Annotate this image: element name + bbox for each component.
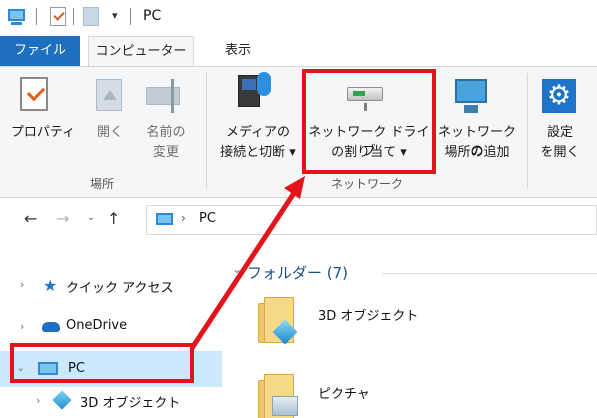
- folder-label[interactable]: 3D オブジェクト: [318, 305, 418, 324]
- folder-label[interactable]: ピクチャ: [318, 383, 370, 402]
- pictures-folder-icon: [272, 396, 298, 416]
- quick-access-separator: [73, 8, 74, 25]
- network-location-icon: [455, 79, 487, 113]
- nav-item-quick-access[interactable]: › ★ クイック アクセス: [0, 267, 222, 303]
- pc-icon: [156, 213, 173, 225]
- highlight-box-pc: [10, 343, 194, 383]
- nav-item-label: OneDrive: [66, 318, 128, 333]
- star-icon: ★: [43, 276, 58, 295]
- nav-item-3d-objects[interactable]: › 3D オブジェクト: [0, 387, 222, 418]
- media-device-icon: [238, 72, 271, 107]
- pc-icon-base: [11, 22, 22, 25]
- properties-icon: [20, 77, 48, 111]
- highlight-box-map-drive: [302, 69, 436, 174]
- 3d-objects-icon: [52, 390, 72, 410]
- quick-access-dropdown[interactable]: ▾: [112, 9, 118, 22]
- settings-label-line2: を開く: [540, 145, 580, 160]
- media-label-line2: 接続と切断 ▾: [220, 145, 296, 160]
- expand-chevron-icon[interactable]: ›: [20, 278, 24, 291]
- folder-3d-objects[interactable]: [258, 297, 302, 347]
- breadcrumb-pc[interactable]: PC: [199, 211, 216, 226]
- gear-icon: ⚙: [542, 79, 576, 113]
- recent-locations-button[interactable]: ⌄: [87, 212, 95, 223]
- rename-label-line2: 変更: [152, 145, 179, 160]
- folder-icon[interactable]: [83, 7, 99, 26]
- media-label-line1: メディアの: [225, 125, 291, 140]
- add-location-label-line2: 場所の追加: [444, 145, 510, 160]
- open-icon: [96, 79, 122, 111]
- expand-chevron-icon[interactable]: ›: [20, 320, 24, 333]
- properties-icon[interactable]: [50, 7, 66, 26]
- group-label-network: ネットワーク: [330, 177, 403, 191]
- forward-button[interactable]: →: [56, 209, 69, 228]
- navigation-pane: › ★ クイック アクセス › OneDrive ⌄ PC › 3D オブジェク…: [0, 241, 222, 418]
- expand-chevron-icon[interactable]: ›: [36, 394, 40, 407]
- ribbon-tabs: ファイル コンピューター 表示: [0, 36, 597, 66]
- content-pane: ⌄ フォルダー (7) 3D オブジェクト ピクチャ: [222, 241, 597, 418]
- folder-pictures[interactable]: [258, 374, 302, 418]
- group-separator: [206, 73, 207, 189]
- tab-file[interactable]: ファイル: [0, 36, 80, 66]
- settings-label-line1: 設定: [546, 125, 573, 140]
- address-bar[interactable]: › PC: [146, 205, 597, 235]
- group-label-location: 場所: [89, 177, 114, 191]
- title-separator: [130, 8, 131, 25]
- rename-icon: [146, 79, 180, 113]
- cloud-icon: [42, 322, 60, 332]
- group-collapse-chevron-icon[interactable]: ⌄: [232, 262, 242, 276]
- up-button[interactable]: ↑: [107, 209, 120, 228]
- ribbon: プロパティ 開く 名前の 変更 場所 メディアの 接続と切断 ▾ ネットワーク …: [0, 66, 597, 198]
- quick-access-separator: [36, 8, 37, 25]
- properties-label: プロパティ: [10, 125, 76, 140]
- pc-icon: [8, 9, 25, 21]
- nav-item-label: クイック アクセス: [66, 281, 174, 296]
- breadcrumb-separator[interactable]: ›: [181, 211, 186, 225]
- window-title: PC: [143, 8, 162, 24]
- group-header-folders[interactable]: フォルダー (7): [247, 262, 348, 283]
- title-bar: ▾ PC: [0, 0, 597, 36]
- group-separator: [527, 73, 528, 189]
- rename-label-line1: 名前の: [146, 125, 186, 140]
- group-divider: [382, 273, 597, 274]
- tab-view[interactable]: 表示: [215, 36, 261, 66]
- back-button[interactable]: ←: [24, 209, 37, 228]
- open-label: 開く: [96, 125, 123, 140]
- nav-item-onedrive[interactable]: › OneDrive: [0, 309, 222, 345]
- address-bar-row: ← → ⌄ ↑ › PC: [0, 199, 597, 241]
- nav-item-label: 3D オブジェクト: [80, 396, 181, 411]
- tab-computer[interactable]: コンピューター: [88, 36, 194, 66]
